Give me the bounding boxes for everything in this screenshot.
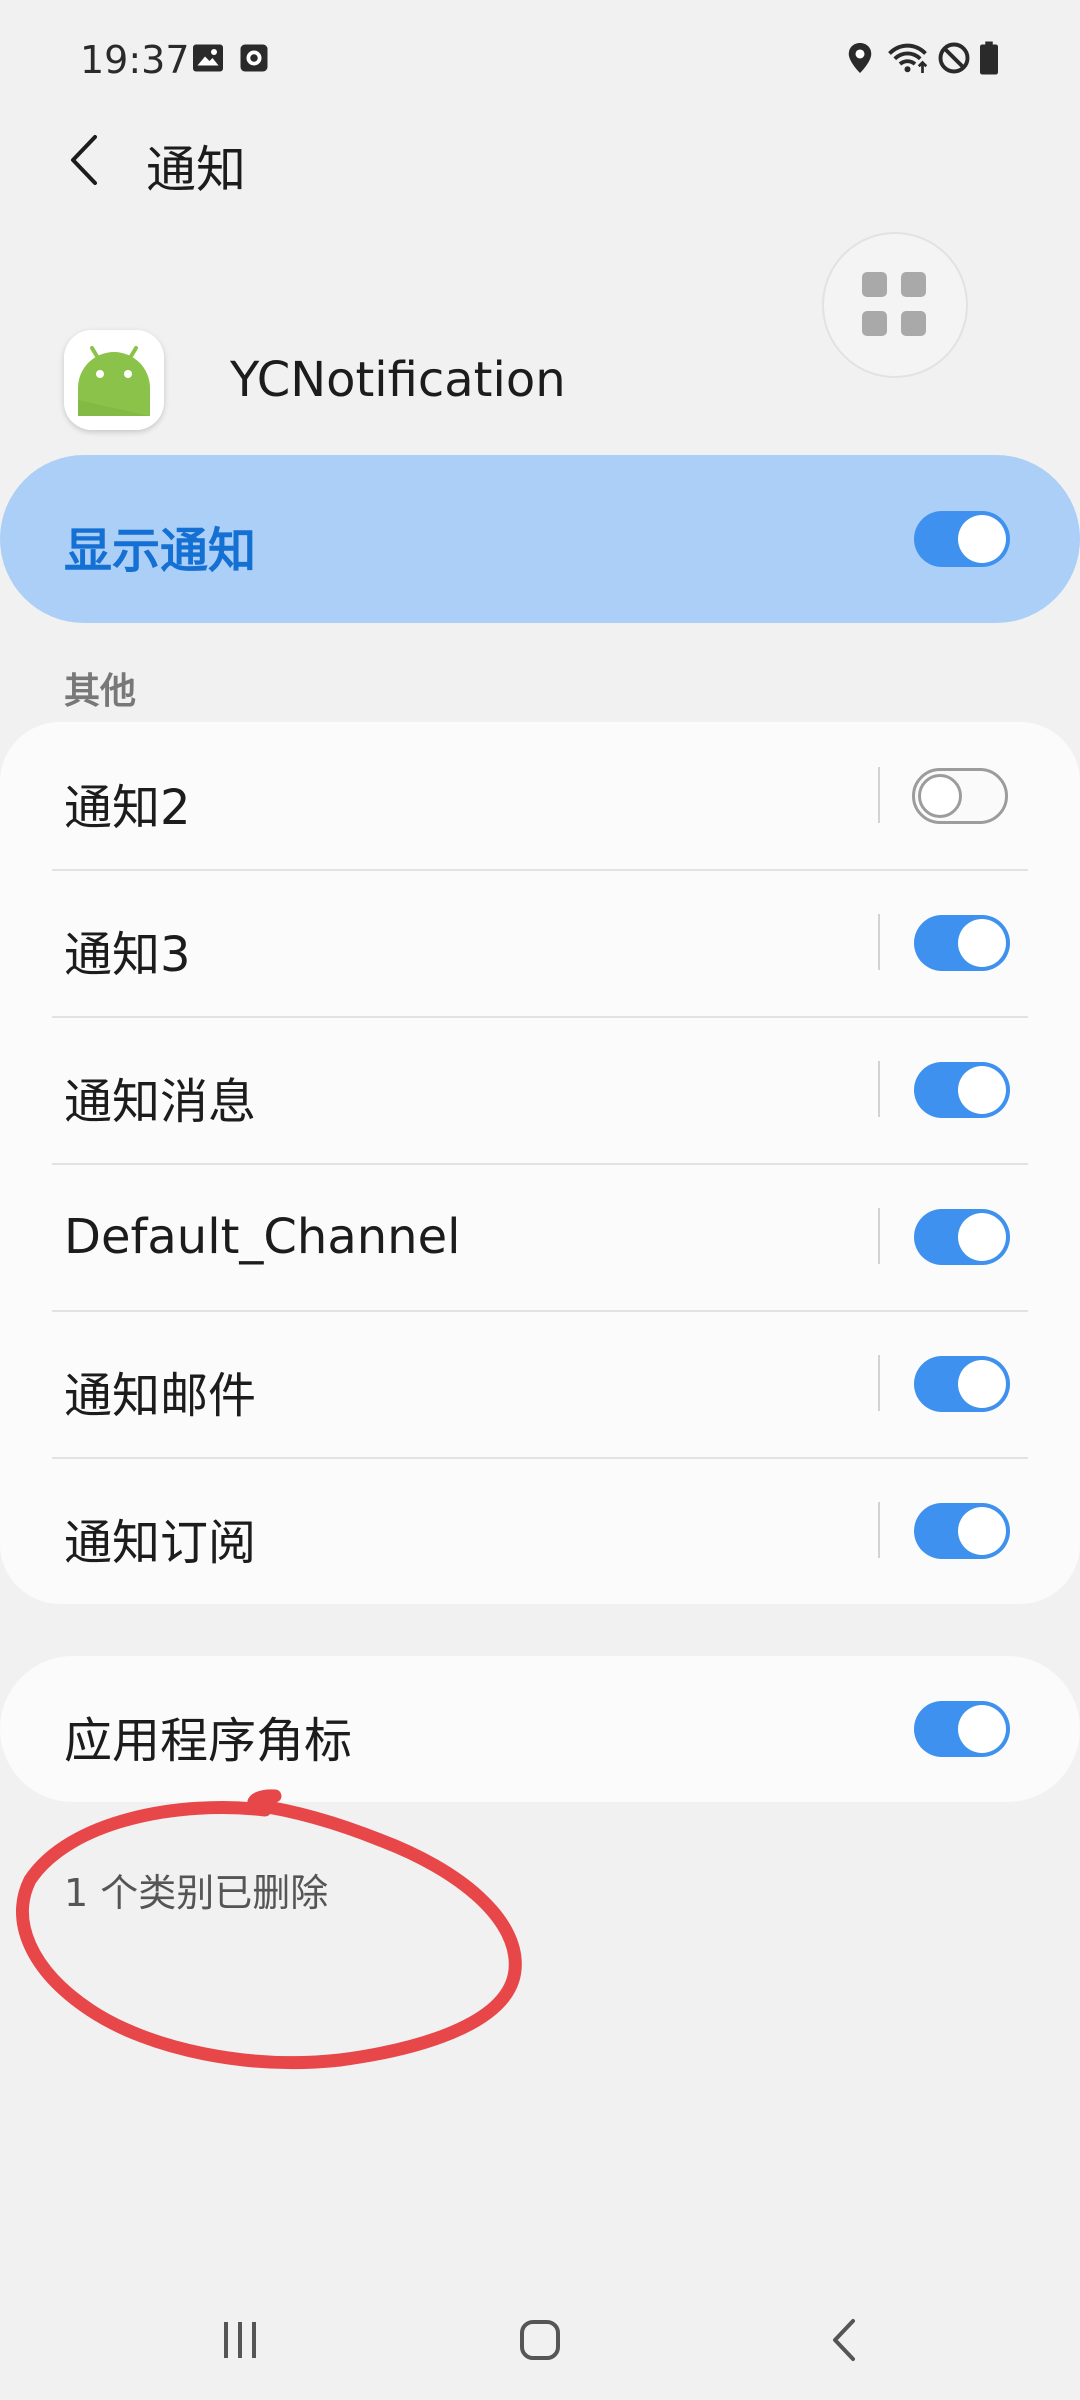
categories-card: 通知2 通知3 通知消息 Default_Channel 通知邮件 通知订阅	[0, 722, 1080, 1604]
app-info-grid-button[interactable]	[822, 232, 968, 378]
annotation-circle	[16, 1789, 522, 2070]
wifi-icon	[886, 40, 932, 76]
screen-recorder-icon	[236, 40, 272, 76]
category-label: 通知邮件	[64, 1368, 257, 1424]
category-row[interactable]: 通知订阅	[0, 1457, 1080, 1604]
row-separator	[878, 914, 880, 970]
home-icon	[520, 2320, 560, 2360]
category-row[interactable]: 通知消息	[0, 1016, 1080, 1163]
battery-icon	[978, 40, 1000, 76]
category-toggle[interactable]	[914, 1209, 1010, 1265]
android-icon	[64, 330, 164, 430]
row-separator	[878, 1061, 880, 1117]
category-row[interactable]: Default_Channel	[0, 1163, 1080, 1310]
category-toggle[interactable]	[914, 915, 1010, 971]
category-label: 通知消息	[64, 1074, 257, 1130]
section-header-other: 其他	[64, 671, 137, 712]
show-notifications-row[interactable]: 显示通知	[0, 455, 1080, 623]
chevron-left-icon	[71, 135, 97, 185]
category-toggle[interactable]	[914, 1356, 1010, 1412]
row-separator	[878, 1502, 880, 1558]
category-toggle[interactable]	[914, 1503, 1010, 1559]
category-toggle[interactable]	[914, 1062, 1010, 1118]
show-notifications-toggle[interactable]	[914, 511, 1010, 567]
app-badge-label: 应用程序角标	[64, 1713, 353, 1769]
notification-settings-screen: 19:37 通知 YCNotification 显示通知 其他 通知2 通知3 …	[0, 0, 1080, 2400]
category-row[interactable]: 通知3	[0, 869, 1080, 1016]
do-not-disturb-icon	[936, 40, 972, 76]
page-title: 通知	[146, 141, 246, 199]
status-time: 19:37	[80, 38, 190, 82]
row-separator	[878, 1355, 880, 1411]
nav-back-button[interactable]	[784, 2300, 904, 2380]
row-separator	[878, 767, 880, 823]
recent-apps-button[interactable]	[180, 2300, 300, 2380]
back-button[interactable]	[52, 122, 116, 198]
gallery-icon	[190, 40, 226, 76]
back-icon	[833, 2319, 855, 2361]
navigation-bar	[0, 2280, 1080, 2400]
category-label: 通知2	[64, 780, 191, 836]
app-badge-toggle[interactable]	[914, 1701, 1010, 1757]
show-notifications-label: 显示通知	[64, 523, 257, 579]
category-row[interactable]: 通知2	[0, 722, 1080, 869]
app-name: YCNotification	[230, 352, 566, 408]
category-label: Default_Channel	[64, 1209, 461, 1265]
category-label: 通知订阅	[64, 1515, 257, 1571]
category-row[interactable]: 通知邮件	[0, 1310, 1080, 1457]
recent-apps-icon	[224, 2322, 256, 2358]
location-icon	[842, 40, 878, 76]
category-label: 通知3	[64, 927, 191, 983]
category-toggle[interactable]	[912, 768, 1008, 824]
row-separator	[878, 1208, 880, 1264]
status-bar: 19:37	[0, 0, 1080, 120]
home-button[interactable]	[480, 2300, 600, 2380]
